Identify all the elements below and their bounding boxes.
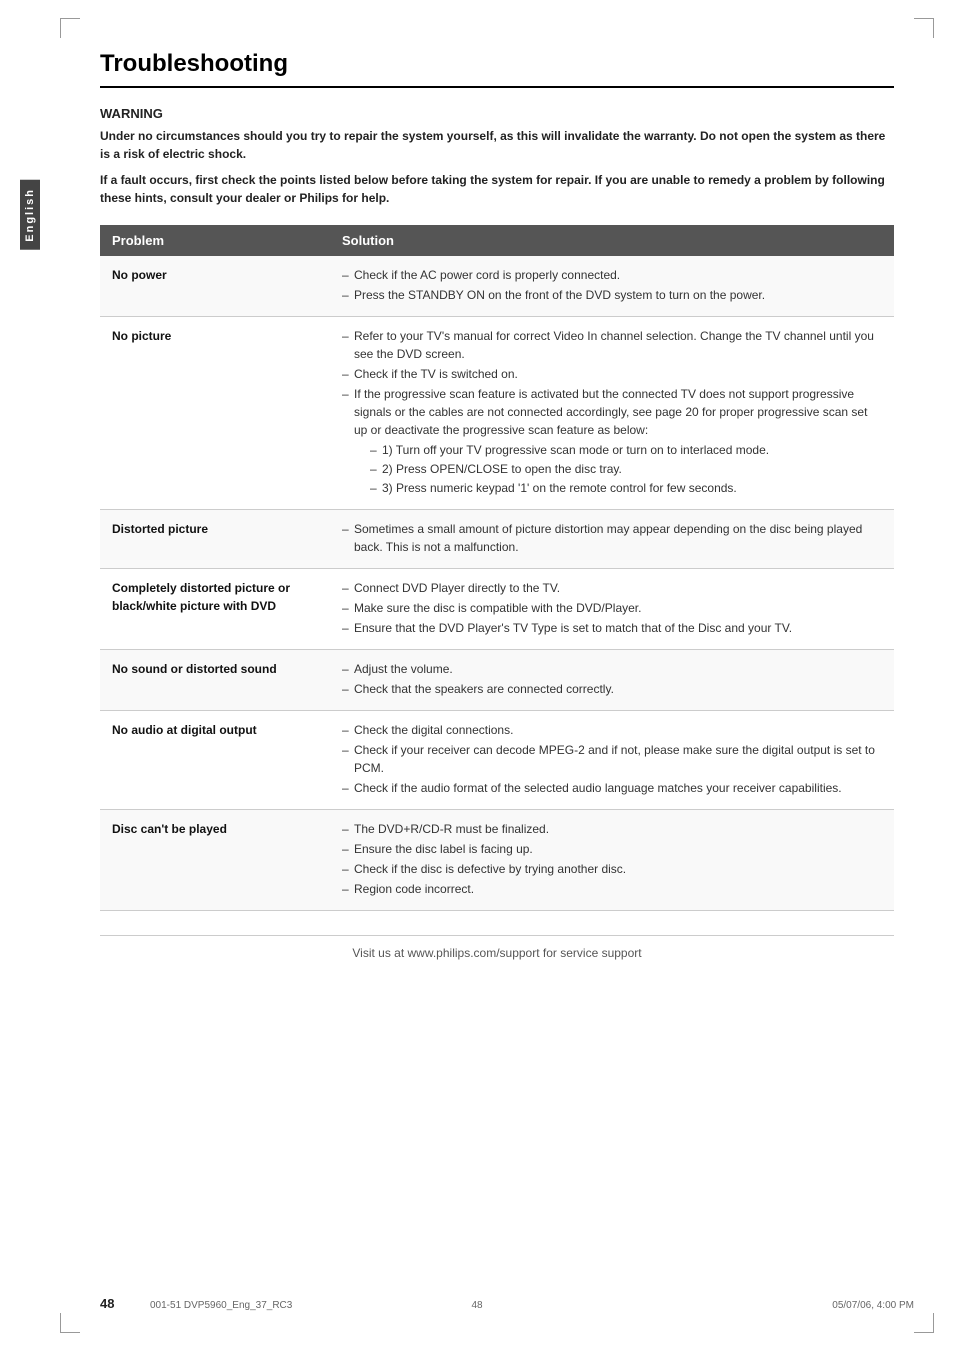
problem-label: No power <box>100 256 330 317</box>
corner-bl <box>60 1313 80 1333</box>
table-row: No picture Refer to your TV's manual for… <box>100 317 894 510</box>
solution-cell: Refer to your TV's manual for correct Vi… <box>330 317 894 510</box>
problem-label: No sound or distorted sound <box>100 650 330 711</box>
problem-label: Disc can't be played <box>100 810 330 911</box>
solution-cell: The DVD+R/CD-R must be finalized. Ensure… <box>330 810 894 911</box>
table-row: No power Check if the AC power cord is p… <box>100 256 894 317</box>
side-language-label: English <box>20 180 40 250</box>
list-item: 1) Turn off your TV progressive scan mod… <box>370 441 882 459</box>
corner-br <box>914 1313 934 1333</box>
list-item: Check the digital connections. <box>342 721 882 739</box>
table-row: No audio at digital output Check the dig… <box>100 711 894 810</box>
list-item: 3) Press numeric keypad '1' on the remot… <box>370 479 882 497</box>
table-row: Disc can't be played The DVD+R/CD-R must… <box>100 810 894 911</box>
list-item: Make sure the disc is compatible with th… <box>342 599 882 617</box>
list-item: The DVD+R/CD-R must be finalized. <box>342 820 882 838</box>
solution-cell: Check if the AC power cord is properly c… <box>330 256 894 317</box>
list-item: Check if the TV is switched on. <box>342 365 882 383</box>
troubleshooting-table: Problem Solution No power Check if the A… <box>100 225 894 911</box>
list-item: If the progressive scan feature is activ… <box>342 385 882 497</box>
solution-cell: Check the digital connections. Check if … <box>330 711 894 810</box>
solution-cell: Connect DVD Player directly to the TV. M… <box>330 569 894 650</box>
problem-label: Distorted picture <box>100 510 330 569</box>
print-info-right: 05/07/06, 4:00 PM <box>832 1300 914 1311</box>
list-item: Check if the AC power cord is properly c… <box>342 266 882 284</box>
table-row: Distorted picture Sometimes a small amou… <box>100 510 894 569</box>
table-row: Completely distorted picture or black/wh… <box>100 569 894 650</box>
col-header-solution: Solution <box>330 225 894 256</box>
list-item: Adjust the volume. <box>342 660 882 678</box>
page-footer: Visit us at www.philips.com/support for … <box>100 935 894 960</box>
list-item: Check if the disc is defective by trying… <box>342 860 882 878</box>
page-number: 48 <box>100 1296 114 1311</box>
page-container: English Troubleshooting WARNING Under no… <box>0 0 954 1351</box>
list-item: Check if the audio format of the selecte… <box>342 779 882 797</box>
table-row: No sound or distorted sound Adjust the v… <box>100 650 894 711</box>
problem-label: No picture <box>100 317 330 510</box>
solution-cell: Adjust the volume. Check that the speake… <box>330 650 894 711</box>
col-header-problem: Problem <box>100 225 330 256</box>
page-title: Troubleshooting <box>100 50 894 88</box>
solution-cell: Sometimes a small amount of picture dist… <box>330 510 894 569</box>
list-item: Sometimes a small amount of picture dist… <box>342 520 882 556</box>
list-item: Check if your receiver can decode MPEG-2… <box>342 741 882 777</box>
list-item: Region code incorrect. <box>342 880 882 898</box>
list-item: Check that the speakers are connected co… <box>342 680 882 698</box>
list-item: Ensure the disc label is facing up. <box>342 840 882 858</box>
warning-title: WARNING <box>100 106 894 121</box>
warning-line1: Under no circumstances should you try to… <box>100 127 894 163</box>
list-item: Ensure that the DVD Player's TV Type is … <box>342 619 882 637</box>
warning-line2: If a fault occurs, first check the point… <box>100 171 894 207</box>
corner-tl <box>60 18 80 38</box>
list-item: 2) Press OPEN/CLOSE to open the disc tra… <box>370 460 882 478</box>
list-item: Connect DVD Player directly to the TV. <box>342 579 882 597</box>
print-info-left: 001-51 DVP5960_Eng_37_RC3 <box>150 1300 292 1311</box>
warning-section: WARNING Under no circumstances should yo… <box>100 106 894 207</box>
problem-label: Completely distorted picture or black/wh… <box>100 569 330 650</box>
list-item: Press the STANDBY ON on the front of the… <box>342 286 882 304</box>
list-item: Refer to your TV's manual for correct Vi… <box>342 327 882 363</box>
corner-tr <box>914 18 934 38</box>
print-info-center: 48 <box>471 1300 482 1311</box>
problem-label: No audio at digital output <box>100 711 330 810</box>
